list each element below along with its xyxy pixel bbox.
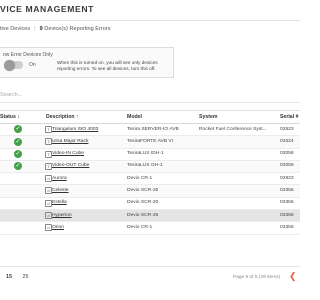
page-size-selector: 15 25 <box>6 274 38 280</box>
search-bar[interactable]: Search... <box>0 90 300 103</box>
table-row[interactable]: ✓ T Triangulum SIO 4003 Tesira SERVER-IO AV… <box>0 124 300 137</box>
device-serial: 03356 <box>280 188 294 194</box>
chevron-left-icon[interactable]: ❮ <box>289 271 297 282</box>
device-model: TesiraLUX OH-1 <box>127 163 163 169</box>
device-tabs: tive Devices | 9 Device(s) Reporting Error… <box>0 26 111 32</box>
device-description-link[interactable]: Hyperion <box>52 213 72 218</box>
page-size-15[interactable]: 15 <box>6 274 12 280</box>
device-model: Devio CR-1 <box>127 175 153 181</box>
column-model[interactable]: Model <box>127 114 142 120</box>
error-only-toggle[interactable] <box>4 59 23 71</box>
status-ok-icon: ✓ <box>14 149 22 158</box>
column-serial[interactable]: Serial # <box>280 114 298 120</box>
table-row[interactable]: ✓ T Video-IN Cube TesiraLUX IDH-1 03058 <box>0 149 300 161</box>
device-table: Status ↓ Description ↑ Model System Seri… <box>0 110 300 235</box>
device-description-link[interactable]: Aurora <box>52 176 67 181</box>
device-model: Devio SCR-25 <box>127 188 159 194</box>
device-description-link[interactable]: Orion <box>52 225 64 230</box>
filter-title: ow Error Devices Only <box>3 52 53 58</box>
device-type-icon: T <box>45 126 52 133</box>
device-type-icon: d <box>45 212 52 220</box>
tab-separator: | <box>34 26 36 32</box>
page-title: VICE MANAGEMENT <box>0 4 94 14</box>
device-type-icon: d <box>45 175 52 183</box>
status-ok-icon: ✓ <box>14 125 22 134</box>
device-serial: 03059 <box>280 163 294 169</box>
table-row[interactable]: d Hyperion Devio SCR-25 03356 <box>0 210 300 223</box>
device-serial: 02624 <box>280 138 294 144</box>
tab-error-devices[interactable]: Device(s) Reporting Errors <box>44 26 110 32</box>
table-row[interactable]: d Celeste Devio SCR-25 03356 <box>0 185 300 198</box>
tab-all-devices[interactable]: tive Devices <box>0 26 30 32</box>
table-row[interactable]: d Aurora Devio CR-1 02923 <box>0 173 300 186</box>
table-body: ✓ T Triangulum SIO 4003 Tesira SERVER-IO AV… <box>0 124 300 235</box>
table-row[interactable]: ✓ T Ursa Major Rack TesiraFORTE AVB VI 02624 <box>0 136 300 149</box>
app-header: VICE MANAGEMENT <box>0 0 300 21</box>
table-row[interactable]: d Estella Devio SCR-20 03356 <box>0 198 300 211</box>
device-serial: 03356 <box>280 224 294 230</box>
device-model: TesiraLUX IDH-1 <box>127 151 164 157</box>
device-description-link[interactable]: Ursa Major Rack <box>52 139 88 144</box>
page-info: Page 5 of 5 (49 items) <box>233 275 281 280</box>
device-description-link[interactable]: Triangulum SIO 4003 <box>52 127 98 132</box>
page-size-25[interactable]: 25 <box>23 274 29 280</box>
device-serial: 02623 <box>280 126 294 132</box>
device-type-icon: T <box>45 150 52 158</box>
status-ok-icon: ✓ <box>14 137 22 146</box>
device-model: Devio CR-1 <box>127 224 153 230</box>
device-description-link[interactable]: Celeste <box>52 188 69 193</box>
device-type-icon: T <box>45 138 52 146</box>
toggle-knob[interactable] <box>4 59 15 71</box>
column-status[interactable]: Status ↓ <box>0 114 20 120</box>
device-model: TesiraFORTE AVB VI <box>127 138 174 144</box>
device-serial: 03356 <box>280 212 294 218</box>
table-row[interactable]: ✓ T Video-OUT Cube TesiraLUX OH-1 03059 <box>0 160 300 174</box>
device-type-icon: d <box>45 199 52 207</box>
device-serial: 03356 <box>280 200 294 206</box>
device-type-icon: d <box>45 224 52 232</box>
search-input[interactable]: Search... <box>0 92 22 98</box>
device-serial: 02923 <box>280 175 294 181</box>
device-model: Tesira SERVER-IO AVB <box>127 126 179 132</box>
device-model: Devio SCR-20 <box>127 200 159 206</box>
error-filter-panel: ow Error Devices Only On When this is tu… <box>0 47 174 78</box>
device-description-link[interactable]: Video-OUT Cube <box>52 163 89 168</box>
device-system: Rocket Fuel Conference Syst... <box>199 126 267 132</box>
footer-divider <box>0 266 300 267</box>
column-description[interactable]: Description ↑ <box>46 114 79 120</box>
device-type-icon: d <box>45 187 52 195</box>
error-count[interactable]: 9 <box>40 26 43 32</box>
device-description-link[interactable]: Estella <box>52 200 67 205</box>
table-row[interactable]: d Orion Devio CR-1 03356 <box>0 222 300 235</box>
table-header: Status ↓ Description ↑ Model System Seri… <box>0 111 300 124</box>
status-ok-icon: ✓ <box>14 162 22 171</box>
device-type-icon: T <box>45 162 52 170</box>
toggle-label: On <box>29 62 36 68</box>
filter-info-text: When this is turned on, you will see onl… <box>57 60 158 71</box>
device-description-link[interactable]: Video-IN Cube <box>52 151 84 156</box>
device-serial: 03058 <box>280 151 294 157</box>
column-system[interactable]: System <box>199 114 217 120</box>
device-model: Devio SCR-25 <box>127 212 159 218</box>
